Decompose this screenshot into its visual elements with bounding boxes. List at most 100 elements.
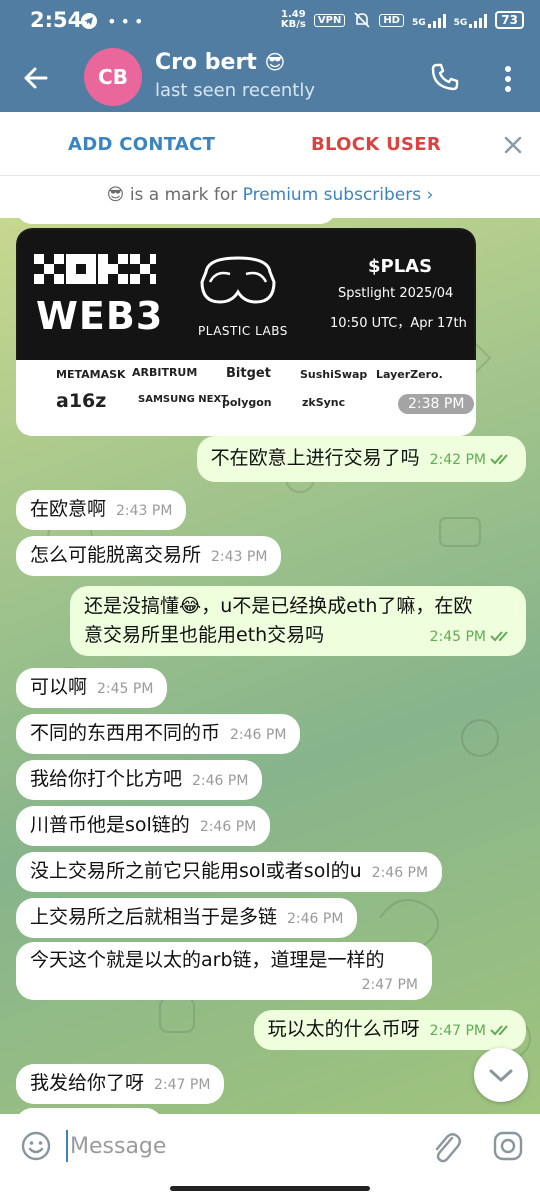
metamask-logo: METAMASK	[56, 368, 126, 381]
read-checks-icon	[490, 453, 508, 464]
message-text-line-1: 还是没搞懂😂，u不是已经换成eth了嘛，在欧	[84, 595, 473, 617]
premium-subscribers-link[interactable]: Premium subscribers ›	[243, 185, 434, 205]
bitget-logo: Bitget	[226, 366, 271, 381]
more-vertical-icon[interactable]	[498, 62, 518, 96]
scroll-to-bottom-button[interactable]	[474, 1048, 528, 1102]
message-text: 玩以太的什么币呀	[267, 1018, 420, 1040]
chevron-right-icon: ›	[426, 185, 434, 205]
message-text: 今天这个就是以太的arb链，道理是一样的	[30, 949, 385, 971]
message-time: 2:45 PM	[429, 629, 486, 645]
back-arrow-icon[interactable]	[18, 60, 54, 96]
okx-logo-icon	[34, 254, 156, 284]
status-bar: 2:54 ••• 1.49 KB/s VPN HD 5G 5G 73	[0, 0, 540, 44]
message-time: 2:43 PM	[211, 549, 268, 565]
network-speed-unit: KB/s	[280, 19, 306, 30]
network-type-1: 5G	[411, 18, 426, 28]
message-input[interactable]	[70, 1126, 410, 1166]
message-time: 2:42 PM	[429, 452, 486, 468]
incoming-message[interactable]: 怎么可能脱离交易所 2:43 PM	[16, 536, 282, 576]
avatar[interactable]: CB	[84, 48, 142, 106]
read-checks-icon	[490, 630, 508, 641]
sushiswap-logo: SushiSwap	[300, 368, 368, 381]
chevron-down-icon	[489, 1069, 513, 1082]
message-text: 可以啊	[30, 676, 88, 698]
incoming-message[interactable]: 可以啊 2:45 PM	[16, 668, 168, 708]
signal-2: 5G	[454, 12, 488, 28]
contact-name[interactable]: Cro bert 😎	[155, 50, 285, 75]
incoming-message[interactable]: 我发给你了呀 2:47 PM	[16, 1064, 225, 1104]
event-name: Spstlight 2025/04	[338, 286, 454, 301]
message-time: 2:47 PM	[429, 1023, 486, 1039]
vpn-badge: VPN	[313, 13, 346, 27]
contact-name-text: Cro bert	[155, 50, 257, 75]
outgoing-message[interactable]: 玩以太的什么币呀 2:47 PM	[253, 1010, 526, 1050]
home-indicator[interactable]	[170, 1186, 370, 1191]
polygon-logo: polygon	[222, 396, 272, 409]
signal-1: 5G	[412, 12, 446, 28]
token-ticker: $PLAS	[368, 256, 433, 277]
incoming-message[interactable]: 上交易所之后就相当于是多链 2:46 PM	[16, 898, 358, 938]
premium-emoji: 😎	[106, 185, 125, 205]
paperclip-icon[interactable]	[430, 1128, 462, 1164]
message-time: 2:43 PM	[116, 503, 173, 519]
message-composer	[0, 1114, 540, 1180]
read-checks-icon	[490, 1024, 508, 1035]
message-time: 2:46 PM	[230, 727, 287, 743]
message-time: 2:38 PM	[398, 394, 475, 414]
plastic-labs-label: PLASTIC LABS	[198, 324, 288, 338]
samsung-next-logo: SAMSUNG NEXT	[138, 394, 229, 405]
message-text: 不在欧意上进行交易了吗	[210, 447, 420, 469]
incoming-message[interactable]: 没上交易所之前它只能用sol或者sol的u 2:46 PM	[16, 852, 443, 892]
message-time: 2:46 PM	[287, 911, 344, 927]
add-contact-button[interactable]: ADD CONTACT	[68, 134, 215, 155]
emoji-icon[interactable]	[20, 1130, 52, 1162]
okx-web3-title: WEB3	[36, 294, 164, 338]
message-text: 在欧意啊	[30, 498, 107, 520]
message-text-line-2: 意交易所里也能用eth交易吗	[84, 624, 325, 646]
status-notification-icons: •••	[80, 12, 147, 31]
event-time: 10:50 UTC，Apr 17th	[330, 316, 467, 331]
signal-bars-icon	[427, 12, 446, 28]
chat-header: CB Cro bert 😎 last seen recently	[0, 44, 540, 112]
incoming-message[interactable]: 川普币他是sol链的 2:46 PM	[16, 806, 271, 846]
status-right-icons: 1.49 KB/s VPN HD 5G 5G 73	[281, 10, 524, 30]
block-user-button[interactable]: BLOCK USER	[311, 134, 441, 155]
network-type-2: 5G	[453, 18, 468, 28]
premium-notice: 😎 is a mark for Premium subscribers ›	[0, 176, 540, 218]
message-time: 2:46 PM	[192, 773, 249, 789]
incoming-message[interactable]: 我给你打个比方吧 2:46 PM	[16, 760, 263, 800]
incoming-message[interactable]: 不同的东西用不同的币 2:46 PM	[16, 714, 301, 754]
more-icon: •••	[107, 12, 148, 31]
message-list[interactable]: WEB3 PLASTIC LABS $PLAS Spstlight 2025/0…	[0, 218, 540, 1114]
outgoing-message[interactable]: 还是没搞懂😂，u不是已经换成eth了嘛，在欧 意交易所里也能用eth交易吗 2:…	[70, 586, 526, 656]
message-time: 2:45 PM	[97, 681, 154, 697]
contact-action-bar: ADD CONTACT BLOCK USER	[0, 112, 540, 176]
mute-icon	[354, 12, 370, 28]
camera-icon[interactable]	[492, 1130, 524, 1162]
message-time: 2:47 PM	[154, 1077, 211, 1093]
message-text: 川普币他是sol链的	[30, 814, 190, 836]
close-icon[interactable]	[500, 132, 526, 158]
message-time: 2:46 PM	[199, 819, 257, 835]
system-navigation-bar	[0, 1180, 540, 1200]
message-time: 2:46 PM	[371, 865, 429, 881]
outgoing-message[interactable]: 不在欧意上进行交易了吗 2:42 PM	[196, 436, 526, 482]
message-text: 怎么可能脱离交易所	[30, 544, 202, 566]
incoming-message[interactable]: 在欧意啊 2:43 PM	[16, 490, 187, 530]
message-text: 我给你打个比方吧	[30, 768, 183, 790]
phone-icon[interactable]	[428, 60, 462, 94]
message-text: 我发给你了呀	[30, 1072, 145, 1094]
message-text: 没上交易所之前它只能用sol或者sol的u	[30, 860, 362, 882]
goggles-logo-icon	[200, 256, 276, 304]
status-time: 2:54	[30, 8, 83, 32]
message-text: 不同的东西用不同的币	[30, 722, 221, 744]
image-message[interactable]: WEB3 PLASTIC LABS $PLAS Spstlight 2025/0…	[16, 228, 476, 436]
battery-icon: 73	[495, 11, 524, 29]
signal-bars-icon	[469, 12, 488, 28]
hd-badge: HD	[379, 13, 404, 27]
incoming-message[interactable]: 今天这个就是以太的arb链，道理是一样的 2:47 PM	[16, 942, 432, 1000]
message-time: 2:47 PM	[361, 977, 418, 993]
partial-message-bubble	[16, 218, 336, 224]
premium-notice-text: is a mark for	[129, 185, 238, 205]
premium-emoji-status[interactable]: 😎	[264, 50, 285, 74]
